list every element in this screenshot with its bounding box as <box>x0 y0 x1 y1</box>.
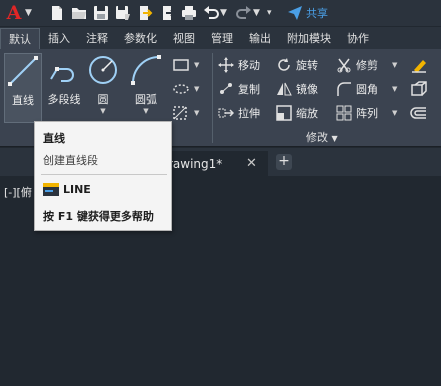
line-tooltip: 直线 创建直线段 LINE 按 F1 键获得更多帮助 <box>34 121 172 231</box>
array-label: 阵列 <box>356 107 378 120</box>
app-menu-chevron-down-icon[interactable]: ▼ <box>25 8 35 18</box>
tab-annotate[interactable]: 注释 <box>78 28 116 49</box>
ribbon-tabs: 默认 插入 注释 参数化 视图 管理 输出 附加模块 协作 <box>0 27 441 49</box>
scale-label: 缩放 <box>296 107 318 120</box>
fillet-chevron-down-icon[interactable]: ▼ <box>392 85 397 93</box>
trim-icon <box>337 58 351 73</box>
tooltip-divider <box>41 174 167 175</box>
move-button[interactable]: 移动 <box>218 56 260 74</box>
new-tab-button[interactable]: + <box>276 154 292 170</box>
circle-chevron-down-icon[interactable]: ▼ <box>86 107 120 115</box>
rotate-label: 旋转 <box>296 59 318 72</box>
scale-button[interactable]: 缩放 <box>276 104 318 122</box>
trim-chevron-down-icon[interactable]: ▼ <box>392 61 397 69</box>
circle-button[interactable]: 圆 ▼ <box>86 53 120 123</box>
line-icon <box>8 56 38 86</box>
stretch-button[interactable]: 拉伸 <box>218 104 260 122</box>
save-icon[interactable] <box>93 5 109 21</box>
circle-icon <box>89 56 117 84</box>
mirror-button[interactable]: 镜像 <box>276 80 318 98</box>
tooltip-command: LINE <box>43 183 91 196</box>
line-button[interactable]: 直线 <box>4 53 42 123</box>
fillet-icon <box>337 82 351 96</box>
rotate-icon <box>278 58 290 71</box>
title-bar: A ▼ ▼ ▼ ▾ 共享 <box>0 0 441 26</box>
modify-panel-title[interactable]: 修改 ▼ <box>306 129 338 145</box>
modify-panel-chevron-down-icon: ▼ <box>331 134 338 143</box>
hatch-icon[interactable] <box>172 81 190 97</box>
trim-button[interactable]: 修剪 <box>336 56 378 74</box>
tab-parametric[interactable]: 参数化 <box>116 28 165 49</box>
rectangle-chevron-down-icon[interactable]: ▼ <box>194 61 199 69</box>
tooltip-title: 直线 <box>43 132 65 145</box>
polyline-button[interactable]: 多段线 <box>44 53 84 123</box>
explode-icon[interactable] <box>410 81 428 97</box>
arc-label: 圆弧 <box>135 93 157 106</box>
paper-plane-icon <box>288 6 302 20</box>
fillet-button[interactable]: 圆角 <box>336 80 378 98</box>
open-folder-icon[interactable] <box>71 5 87 21</box>
move-label: 移动 <box>238 59 260 72</box>
undo-chevron-down-icon[interactable]: ▼ <box>220 8 230 18</box>
print-icon[interactable] <box>181 5 197 21</box>
tooltip-command-name: LINE <box>63 183 91 196</box>
tooltip-help-text: 按 F1 键获得更多帮助 <box>43 210 154 223</box>
new-file-icon[interactable] <box>49 5 65 21</box>
line-label: 直线 <box>12 94 34 107</box>
save-as-icon[interactable] <box>115 5 131 21</box>
modify-panel-label: 修改 <box>306 131 328 144</box>
share-button[interactable]: 共享 <box>287 5 328 21</box>
close-icon[interactable]: ✕ <box>246 156 257 171</box>
polyline-icon <box>50 67 74 82</box>
gradient-chevron-down-icon[interactable]: ▼ <box>194 109 199 117</box>
trim-label: 修剪 <box>356 59 378 72</box>
hatch-chevron-down-icon[interactable]: ▼ <box>194 85 199 93</box>
share-label: 共享 <box>306 7 328 20</box>
gradient-icon[interactable] <box>172 105 190 121</box>
mirror-label: 镜像 <box>296 83 318 96</box>
tab-collaborate[interactable]: 协作 <box>339 28 377 49</box>
array-chevron-down-icon[interactable]: ▼ <box>392 109 397 117</box>
polyline-label: 多段线 <box>47 93 81 106</box>
copy-label: 复制 <box>238 83 260 96</box>
redo-chevron-down-icon[interactable]: ▼ <box>253 8 263 18</box>
tab-addins[interactable]: 附加模块 <box>279 28 339 49</box>
customize-toolbar-icon[interactable]: ▾ <box>267 8 277 18</box>
tab-output[interactable]: 输出 <box>241 28 279 49</box>
autocad-logo-icon[interactable]: A <box>4 3 24 23</box>
stretch-icon <box>218 108 234 118</box>
viewport-controls[interactable]: [-][俯 <box>4 184 32 200</box>
arc-button[interactable]: 圆弧 ▼ <box>126 53 166 123</box>
tab-default[interactable]: 默认 <box>0 28 40 49</box>
tab-manage[interactable]: 管理 <box>203 28 241 49</box>
tab-view[interactable]: 视图 <box>165 28 203 49</box>
circle-label: 圆 <box>97 93 109 106</box>
mirror-icon <box>277 82 292 96</box>
array-button[interactable]: 阵列 <box>336 104 378 122</box>
share-drawing-icon[interactable] <box>159 5 175 21</box>
command-line-icon <box>43 183 59 196</box>
stretch-label: 拉伸 <box>238 107 260 120</box>
tooltip-description: 创建直线段 <box>43 154 98 167</box>
arc-chevron-down-icon[interactable]: ▼ <box>126 107 166 115</box>
fillet-label: 圆角 <box>356 83 378 96</box>
rotate-button[interactable]: 旋转 <box>276 56 318 74</box>
rectangle-icon[interactable] <box>172 57 190 73</box>
erase-icon[interactable] <box>410 57 428 73</box>
file-tab-label: rawing1* <box>168 157 223 171</box>
move-icon <box>218 57 234 73</box>
offset-icon[interactable] <box>410 105 428 121</box>
copy-icon <box>220 83 232 94</box>
array-icon <box>336 105 352 121</box>
undo-icon[interactable] <box>203 5 219 21</box>
redo-icon[interactable] <box>236 5 252 21</box>
scale-icon <box>276 105 292 121</box>
tab-insert[interactable]: 插入 <box>40 28 78 49</box>
arc-icon <box>131 55 161 85</box>
copy-button[interactable]: 复制 <box>218 80 260 98</box>
open-from-web-icon[interactable] <box>137 5 153 21</box>
panel-divider <box>212 53 213 143</box>
